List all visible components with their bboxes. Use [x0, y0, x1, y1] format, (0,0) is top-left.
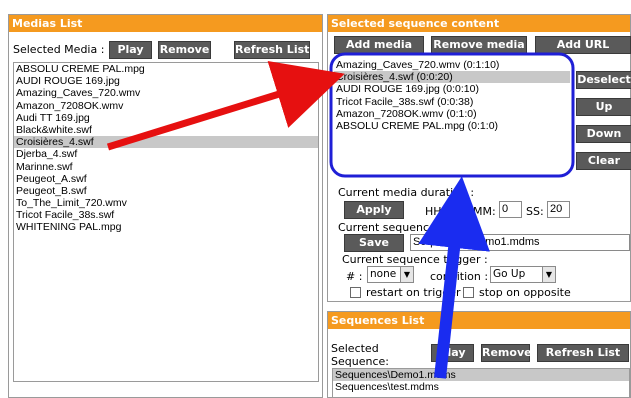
- media-list-item[interactable]: Croisières_4.swf: [14, 136, 318, 149]
- media-list-item[interactable]: Black&white.swf: [14, 124, 318, 136]
- medias-play-button[interactable]: Play: [109, 41, 152, 59]
- sequences-list-header: Sequences List: [328, 312, 630, 329]
- restart-on-trigger-checkbox[interactable]: [350, 287, 361, 298]
- stop-on-opposite-checkbox[interactable]: [463, 287, 474, 298]
- medias-list-panel: Medias List Selected Media : Play Remove…: [8, 14, 323, 398]
- sequence-path-input[interactable]: Sequences\Demo1.mdms: [410, 234, 630, 251]
- media-list-item[interactable]: Peugeot_A.swf: [14, 173, 318, 185]
- media-list-item[interactable]: Djerba_4.swf: [14, 148, 318, 160]
- down-button[interactable]: Down: [576, 125, 631, 143]
- media-list-item[interactable]: AUDI ROUGE 169.jpg: [14, 75, 318, 87]
- add-url-button[interactable]: Add URL: [535, 36, 631, 54]
- restart-on-trigger-label: restart on trigger: [366, 286, 461, 299]
- sequence-media-item[interactable]: Amazing_Caves_720.wmv (0:1:10): [334, 59, 570, 71]
- sequences-remove-button[interactable]: Remove: [481, 344, 532, 362]
- selected-sequence-label-line1: Selected: [331, 342, 379, 355]
- hh-label: HH:: [425, 205, 446, 218]
- sequences-items: Sequences\Demo1.mdms Sequences\test.mdms: [333, 369, 629, 393]
- sequence-items: Amazing_Caves_720.wmv (0:1:10) Croisières…: [334, 57, 570, 132]
- condition-label: condition :: [430, 270, 489, 283]
- current-media-duration-label: Current media duration :: [338, 186, 475, 199]
- mm-input[interactable]: 0: [499, 201, 522, 218]
- media-list-item[interactable]: Marinne.swf: [14, 161, 318, 173]
- hash-select-value: none: [370, 268, 397, 280]
- ss-input[interactable]: 20: [547, 201, 570, 218]
- hh-input[interactable]: [449, 201, 471, 218]
- media-list-item[interactable]: WHITENING PAL.mpg: [14, 221, 318, 233]
- medias-refresh-list-button[interactable]: Refresh List: [234, 41, 310, 59]
- chevron-down-icon: ▼: [542, 267, 555, 282]
- media-list-item[interactable]: Tricot Facile_38s.swf: [14, 209, 318, 221]
- stop-on-opposite-label: stop on opposite: [479, 286, 571, 299]
- medias-items: ABSOLU CREME PAL.mpg AUDI ROUGE 169.jpg Am…: [14, 63, 318, 234]
- add-media-button[interactable]: Add media: [334, 36, 424, 54]
- current-sequence-trigger-label: Current sequence trigger :: [342, 253, 488, 266]
- medias-listbox[interactable]: ABSOLU CREME PAL.mpg AUDI ROUGE 169.jpg Am…: [13, 62, 319, 382]
- sequence-media-item[interactable]: ABSOLU CREME PAL.mpg (0:1:0): [334, 120, 570, 132]
- media-list-item[interactable]: ABSOLU CREME PAL.mpg: [14, 63, 318, 75]
- sequence-media-listbox[interactable]: Amazing_Caves_720.wmv (0:1:10) Croisières…: [334, 57, 570, 177]
- sequence-media-item[interactable]: AUDI ROUGE 169.jpg (0:0:10): [334, 83, 570, 95]
- sequence-content-header: Selected sequence content: [328, 15, 630, 32]
- deselect-button[interactable]: Deselect: [576, 71, 631, 89]
- sequence-media-item[interactable]: Croisières_4.swf (0:0:20): [334, 71, 570, 84]
- sequences-list-panel: Sequences List Selected Sequence: Play R…: [327, 311, 631, 398]
- selected-media-label: Selected Media :: [13, 43, 105, 56]
- clear-button[interactable]: Clear: [576, 152, 631, 170]
- media-list-item[interactable]: Peugeot_B.swf: [14, 185, 318, 197]
- up-button[interactable]: Up: [576, 98, 631, 116]
- sequences-play-button[interactable]: Play: [431, 344, 474, 362]
- chevron-down-icon: ▼: [400, 267, 413, 282]
- medias-remove-button[interactable]: Remove: [158, 41, 211, 59]
- selected-sequence-label-line2: Sequence:: [331, 355, 389, 368]
- media-list-item[interactable]: Amazing_Caves_720.wmv: [14, 87, 318, 99]
- hash-select[interactable]: none ▼: [367, 266, 414, 283]
- sequence-file-item[interactable]: Sequences\Demo1.mdms: [333, 369, 629, 382]
- ss-label: SS:: [526, 205, 544, 218]
- sequence-media-item[interactable]: Tricot Facile_38s.swf (0:0:38): [334, 96, 570, 108]
- condition-select-value: Go Up: [493, 268, 526, 280]
- save-button[interactable]: Save: [344, 234, 404, 252]
- remove-media-button[interactable]: Remove media: [431, 36, 527, 54]
- apply-button[interactable]: Apply: [344, 201, 404, 219]
- medias-list-header: Medias List: [9, 15, 322, 32]
- media-list-item[interactable]: Amazon_7208OK.wmv: [14, 100, 318, 112]
- condition-select[interactable]: Go Up ▼: [490, 266, 556, 283]
- sequences-refresh-list-button[interactable]: Refresh List: [537, 344, 629, 362]
- sequence-media-item[interactable]: Amazon_7208OK.wmv (0:1:0): [334, 108, 570, 120]
- sequence-file-item[interactable]: Sequences\test.mdms: [333, 381, 629, 393]
- sequences-listbox[interactable]: Sequences\Demo1.mdms Sequences\test.mdms: [332, 368, 630, 398]
- media-list-item[interactable]: Audi TT 169.jpg: [14, 112, 318, 124]
- sequence-content-panel: Selected sequence content Add media Remo…: [327, 14, 631, 302]
- hash-label: # :: [346, 270, 363, 283]
- media-list-item[interactable]: To_The_Limit_720.wmv: [14, 197, 318, 209]
- mm-label: MM:: [473, 205, 496, 218]
- current-sequence-name-label: Current sequence name :: [338, 221, 478, 234]
